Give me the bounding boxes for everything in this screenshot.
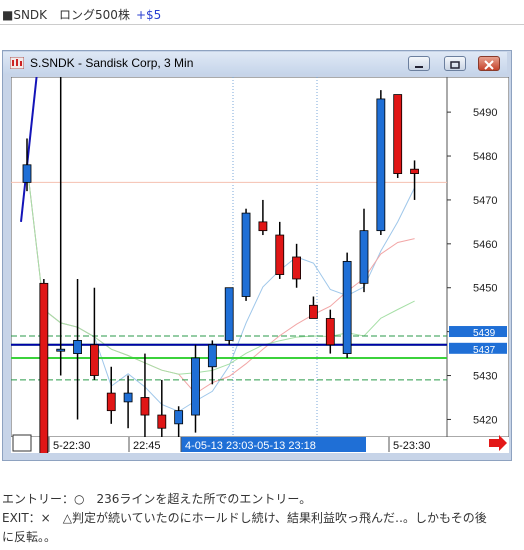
candle-body (73, 340, 82, 354)
price-tag-label: 5439 (473, 328, 496, 339)
maximize-icon (450, 61, 460, 69)
candle-body (342, 260, 352, 354)
price-tick-label: 5450 (473, 283, 497, 295)
candle-body (191, 357, 200, 416)
time-label: 5-23:30 (393, 440, 430, 452)
exit-note: EXIT：× △判定が続いていたのにホールドし続け、結果利益吹っ飛んだ‥。しかも… (2, 511, 487, 525)
trade-notes: エントリー：○ 236ラインを超えた所でのエントリー。 EXIT：× △判定が続… (2, 490, 522, 547)
divider (0, 24, 524, 25)
candle-body (157, 414, 167, 429)
window-title: S.SNDK - Sandisk Corp, 3 Min (30, 56, 194, 70)
time-label: 22:45 (133, 440, 161, 452)
candle-body (275, 234, 285, 275)
candle-body (376, 98, 386, 232)
candle-body (106, 392, 116, 412)
price-tick-label: 5480 (473, 151, 497, 163)
corner-box[interactable] (12, 434, 32, 452)
candle-body (174, 410, 184, 425)
exit-note-cont: に反転。。 (2, 530, 57, 544)
price-tick-label: 5460 (473, 239, 497, 251)
candle-body (393, 94, 403, 174)
candle-body (123, 392, 133, 403)
time-label: 4-05-13 23:03-05-13 23:18 (185, 440, 316, 452)
close-button[interactable] (478, 56, 500, 71)
candle-body (22, 164, 32, 183)
profit-loss: +$5 (135, 8, 162, 22)
time-label: 5-22:30 (53, 440, 90, 452)
candle-body (207, 344, 217, 368)
candle-body (39, 282, 49, 453)
price-tag-label: 5437 (473, 345, 496, 356)
candle-body (258, 221, 268, 232)
maximize-button[interactable] (444, 56, 466, 71)
minimize-button[interactable] (408, 56, 430, 71)
price-tick-label: 5470 (473, 195, 497, 207)
candle-body (309, 304, 318, 319)
price-tick-label: 5490 (473, 107, 497, 119)
price-tick-label: 5430 (473, 371, 497, 383)
candle-body (325, 318, 335, 346)
candle-body (224, 287, 234, 341)
candle-body (292, 256, 302, 280)
candle-body (359, 230, 369, 284)
candle-body (241, 212, 251, 297)
entry-note: エントリー：○ 236ラインを超えた所でのエントリー。 (2, 492, 312, 506)
price-axis-panel (446, 77, 509, 438)
position-summary: ■SNDK ロング500株 +$5 (2, 6, 161, 23)
position-label: ■SNDK ロング500株 (2, 8, 130, 22)
candle-body (90, 344, 99, 376)
minimize-icon (415, 66, 423, 68)
candle-body (140, 397, 150, 416)
price-chart[interactable]: 54205430544054505460547054805490 5439543… (11, 77, 509, 453)
close-icon (484, 60, 494, 70)
price-tick-label: 5420 (473, 414, 497, 426)
candle-body (56, 348, 66, 352)
candle-body (410, 168, 419, 174)
chart-app-icon (10, 57, 24, 69)
